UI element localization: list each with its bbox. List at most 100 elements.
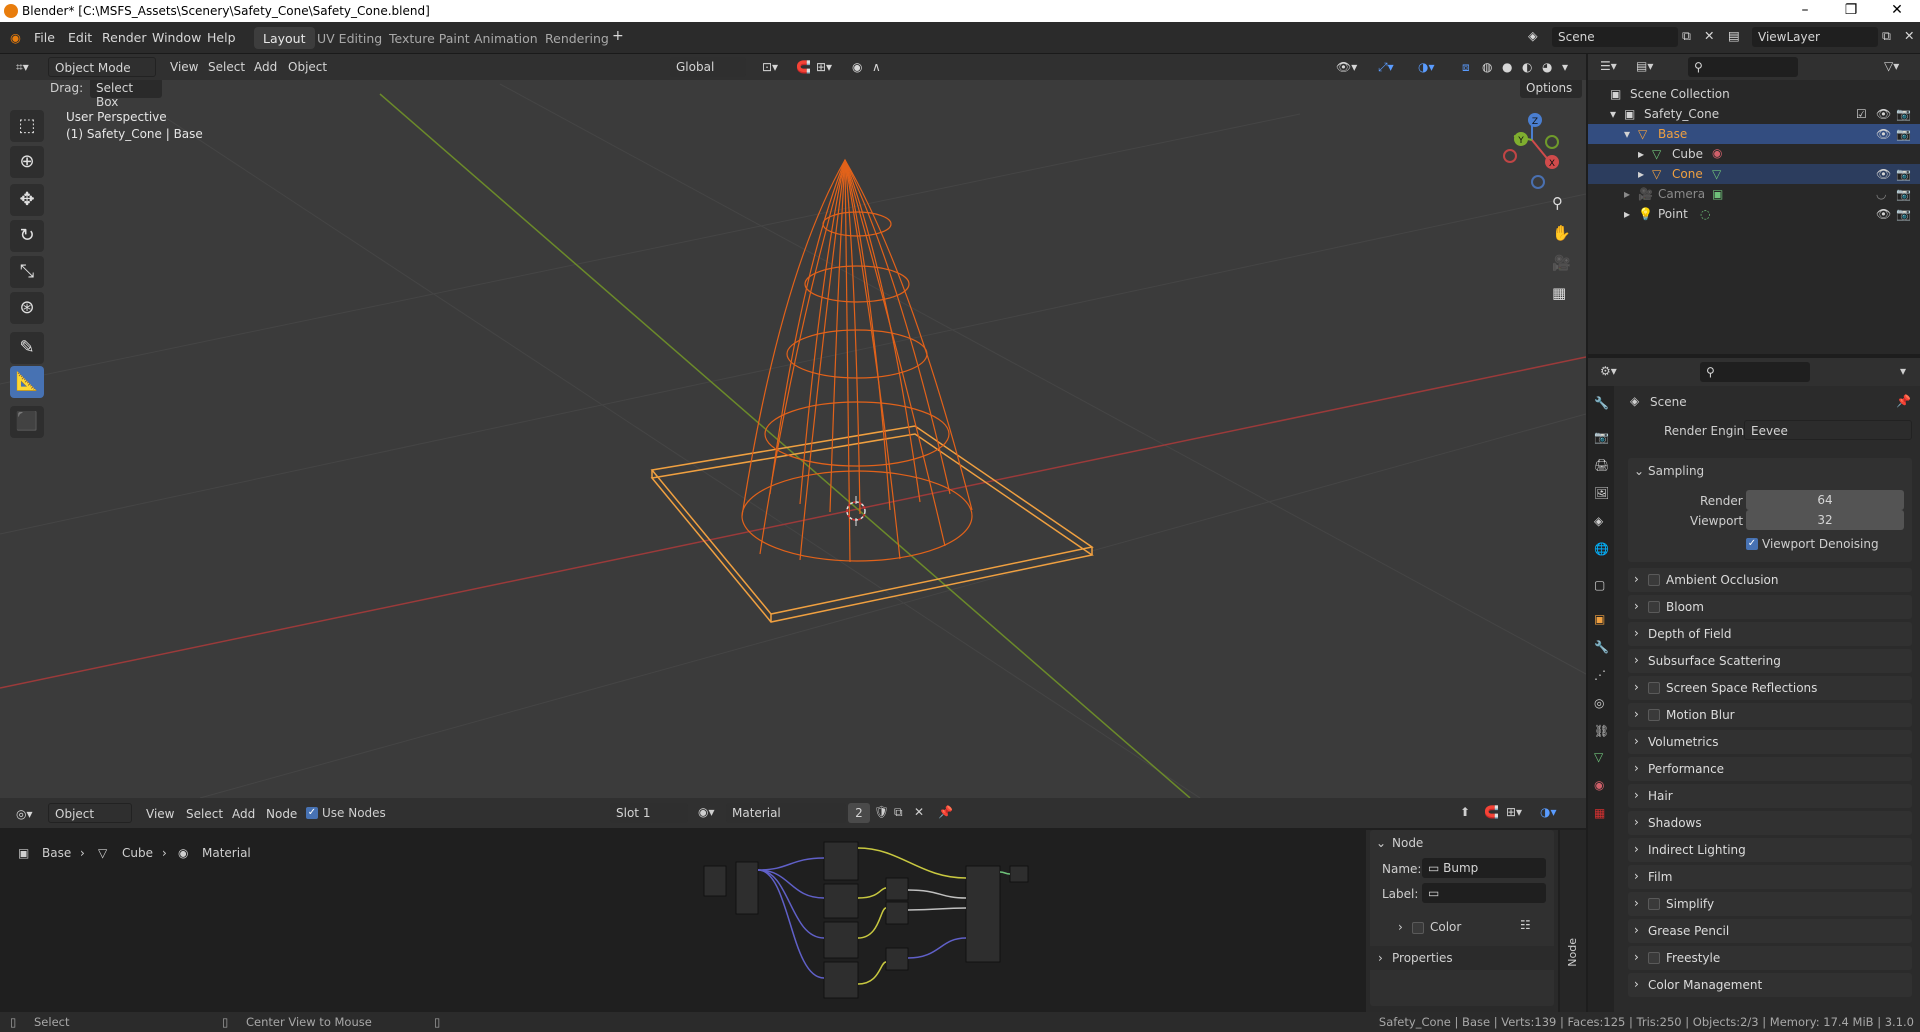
render-engine-dropdown[interactable]: Eevee xyxy=(1744,420,1912,440)
node-graph[interactable] xyxy=(0,798,1366,1012)
constraints-tab-icon[interactable]: ⛓ xyxy=(1594,724,1609,738)
expand-chevron-icon[interactable]: › xyxy=(1398,920,1403,934)
panel-grease-pencil[interactable]: › Grease Pencil xyxy=(1628,919,1912,943)
node-name-field[interactable]: ▭ Bump xyxy=(1422,858,1546,878)
panel-simplify[interactable]: › Simplify xyxy=(1628,892,1912,916)
use-nodes-checkbox[interactable]: ✓ xyxy=(306,807,318,819)
move-tool-icon[interactable]: ✥ xyxy=(10,184,44,216)
render-tab-icon[interactable]: 📷 xyxy=(1594,430,1609,444)
material-name-field[interactable]: Material xyxy=(726,803,846,823)
material-tab-icon[interactable]: ◉ xyxy=(1594,778,1604,792)
pivot-icon[interactable]: ⊡▾ xyxy=(756,57,784,77)
node-menu-node[interactable]: Node xyxy=(260,804,303,824)
properties-subpanel[interactable]: › Properties xyxy=(1370,946,1554,970)
panel-depth-of-field[interactable]: › Depth of Field xyxy=(1628,622,1912,646)
node-menu-view[interactable]: View xyxy=(140,804,180,824)
camera-view-icon[interactable]: 🎥 xyxy=(1552,254,1571,272)
scene-selector[interactable]: Scene xyxy=(1552,27,1678,47)
outliner-editor-icon[interactable]: ☰▾ xyxy=(1600,59,1617,73)
data-tab-icon[interactable]: ▽ xyxy=(1594,750,1603,764)
viewport-samples-field[interactable]: 32 xyxy=(1746,510,1904,530)
shader-type-dropdown[interactable]: Object xyxy=(48,803,132,823)
pin-icon[interactable]: 📌 xyxy=(938,805,953,819)
render-camera-icon[interactable]: 📷 xyxy=(1896,207,1911,221)
node-editor-type-icon[interactable]: ◎▾ xyxy=(10,804,39,824)
material-users-count[interactable]: 2 xyxy=(848,803,870,823)
outliner-item-safety-cone[interactable]: ▾ ▣ Safety_Cone ☑ 👁 📷 xyxy=(1588,104,1920,124)
filter-icon[interactable]: ▽▾ xyxy=(1884,59,1899,73)
object-mode-dropdown[interactable]: Object Mode xyxy=(48,57,156,77)
collection-tab-icon[interactable]: ▢ xyxy=(1594,578,1605,592)
ortho-grid-icon[interactable]: ▦ xyxy=(1552,284,1566,302)
breadcrumb-material[interactable]: Material xyxy=(202,846,251,860)
particles-tab-icon[interactable]: ⋰ xyxy=(1594,668,1606,682)
overlay-toggle-icon[interactable]: ◑▾ xyxy=(1412,57,1441,77)
panel-ambient-occlusion[interactable]: › Ambient Occlusion xyxy=(1628,568,1912,592)
panel-enable-checkbox[interactable] xyxy=(1648,682,1660,694)
render-samples-field[interactable]: 64 xyxy=(1746,490,1904,510)
rotate-tool-icon[interactable]: ↻ xyxy=(10,220,44,252)
panel-volumetrics[interactable]: › Volumetrics xyxy=(1628,730,1912,754)
panel-enable-checkbox[interactable] xyxy=(1648,898,1660,910)
node-tab[interactable]: Node xyxy=(1566,938,1579,967)
viewport-menu-add[interactable]: Add xyxy=(248,57,283,77)
snap-element-icon[interactable]: ⊞▾ xyxy=(1506,805,1522,819)
falloff-icon[interactable]: ∧ xyxy=(866,57,887,77)
texture-tab-icon[interactable]: ▦ xyxy=(1594,806,1605,820)
remove-scene-icon[interactable]: ✕ xyxy=(1704,28,1714,43)
minimize-icon[interactable]: – xyxy=(1782,2,1828,20)
panel-freestyle[interactable]: › Freestyle xyxy=(1628,946,1912,970)
close-icon[interactable]: ✕ xyxy=(1874,2,1920,20)
unlink-material-icon[interactable]: ✕ xyxy=(914,805,924,819)
panel-screen-space-reflections[interactable]: › Screen Space Reflections xyxy=(1628,676,1912,700)
tab-texture-paint[interactable]: Texture Paint xyxy=(380,27,479,49)
object-tab-icon[interactable]: ▣ xyxy=(1594,612,1605,626)
select-box-tool-icon[interactable]: ⬚ xyxy=(10,110,44,142)
node-menu-add[interactable]: Add xyxy=(226,804,261,824)
snap-icon[interactable]: 🧲 xyxy=(1484,805,1499,819)
panel-enable-checkbox[interactable] xyxy=(1648,574,1660,586)
maximize-icon[interactable]: ❐ xyxy=(1828,2,1874,20)
drag-select-box-dropdown[interactable]: Select Box xyxy=(90,78,162,109)
color-presets-icon[interactable]: ☷ xyxy=(1520,918,1531,932)
panel-enable-checkbox[interactable] xyxy=(1648,709,1660,721)
physics-tab-icon[interactable]: ◎ xyxy=(1594,696,1604,710)
breadcrumb-base[interactable]: Base xyxy=(42,846,71,860)
options-dropdown[interactable]: Options xyxy=(1520,78,1582,98)
duplicate-material-icon[interactable]: ⧉ xyxy=(894,805,903,820)
checkbox-icon[interactable]: ☑ xyxy=(1856,107,1867,121)
panel-enable-checkbox[interactable] xyxy=(1648,601,1660,613)
panel-indirect-lighting[interactable]: › Indirect Lighting xyxy=(1628,838,1912,862)
new-scene-icon[interactable]: ⧉ xyxy=(1682,28,1691,44)
expand-chevron-icon[interactable]: ⌄ xyxy=(1634,464,1644,478)
3d-viewport[interactable]: Z X Y User Perspective (1) Safety_Cone |… xyxy=(0,54,1586,798)
eye-icon[interactable]: 👁 xyxy=(1876,127,1891,141)
fake-user-icon[interactable]: 🛡 xyxy=(874,805,889,819)
render-camera-icon[interactable]: 📷 xyxy=(1896,127,1911,141)
add-cube-tool-icon[interactable]: ⬛ xyxy=(10,406,44,438)
render-camera-icon[interactable]: 📷 xyxy=(1896,167,1911,181)
panel-shadows[interactable]: › Shadows xyxy=(1628,811,1912,835)
tab-layout[interactable]: Layout xyxy=(254,27,315,49)
scale-tool-icon[interactable]: ⤡ xyxy=(10,256,44,288)
properties-editor-icon[interactable]: ⚙▾ xyxy=(1600,364,1617,378)
viewport-denoising-checkbox[interactable]: ✓ xyxy=(1746,538,1758,550)
parent-node-icon[interactable]: ⬆ xyxy=(1460,805,1470,819)
zoom-icon[interactable]: ⚲ xyxy=(1552,194,1563,212)
menu-render[interactable]: Render xyxy=(102,30,147,45)
viewport-menu-select[interactable]: Select xyxy=(202,57,251,77)
material-slot-dropdown[interactable]: Slot 1 xyxy=(610,803,688,823)
panel-motion-blur[interactable]: › Motion Blur xyxy=(1628,703,1912,727)
material-browse-icon[interactable]: ◉▾ xyxy=(698,805,715,819)
outliner-item-base[interactable]: ▾ ▽ Base 👁 📷 xyxy=(1588,124,1920,144)
remove-view-layer-icon[interactable]: ✕ xyxy=(1904,28,1914,43)
measure-tool-icon[interactable]: 📐 xyxy=(10,366,44,398)
gizmo-toggle-icon[interactable]: ⤢▾ xyxy=(1372,57,1400,77)
navigation-gizmo[interactable]: Z X Y xyxy=(1503,113,1559,189)
node-label-field[interactable]: ▭ xyxy=(1422,883,1546,903)
eye-icon[interactable]: 👁 xyxy=(1876,167,1891,181)
view-layer-selector[interactable]: ViewLayer xyxy=(1752,27,1878,47)
overlay-toggle-icon[interactable]: ◑▾ xyxy=(1540,805,1557,819)
tab-uv-editing[interactable]: UV Editing xyxy=(308,27,391,49)
pan-hand-icon[interactable]: ✋ xyxy=(1552,224,1571,242)
